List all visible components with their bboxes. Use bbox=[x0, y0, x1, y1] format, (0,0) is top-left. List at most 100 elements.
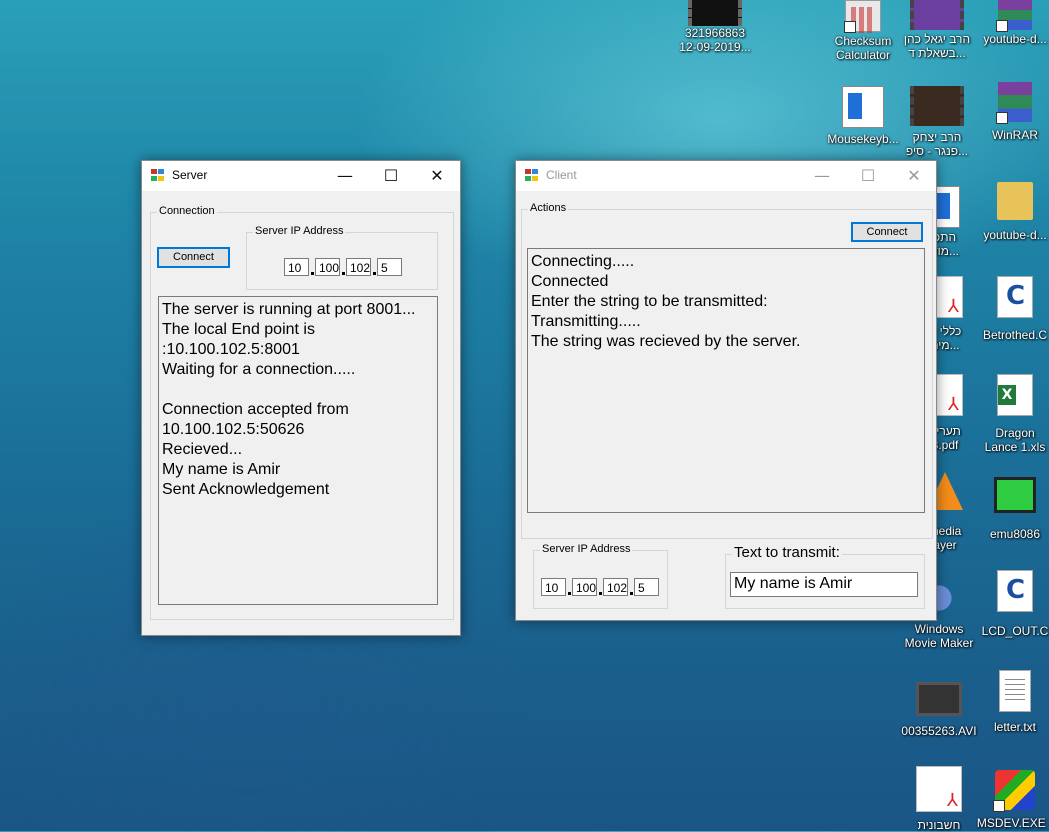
window-app-icon bbox=[842, 86, 884, 128]
ip-octet-1[interactable]: 10 bbox=[284, 258, 309, 276]
close-button[interactable]: ✕ bbox=[891, 161, 937, 191]
c-source-file-icon bbox=[997, 276, 1033, 318]
desktop-icon-lcd-out[interactable]: LCD_OUT.C bbox=[976, 570, 1049, 638]
desktop-icon-video1[interactable]: 321966863 12-09-2019... bbox=[676, 0, 754, 54]
ip-separator bbox=[599, 592, 602, 595]
desktop-icon-rav-yitzhak[interactable]: הרב יצחק פנגר - סיפ... bbox=[898, 86, 976, 158]
server-window[interactable]: Server — ☐ ✕ Connection Connect Server I… bbox=[141, 160, 461, 636]
ip-separator bbox=[568, 592, 571, 595]
ip-separator bbox=[342, 272, 345, 275]
client-titlebar[interactable]: Client — ☐ ✕ bbox=[516, 161, 936, 191]
desktop-icon-label: 00355263.AVI bbox=[901, 724, 977, 738]
log-line: Sent Acknowledgement bbox=[162, 481, 330, 498]
log-line: Connection accepted from bbox=[162, 401, 349, 418]
desktop-icon-msdev[interactable]: MSDEV.EXE - bbox=[976, 770, 1049, 830]
group-label: Text to transmit: bbox=[732, 544, 842, 561]
desktop-icon-label: WinRAR bbox=[991, 128, 1038, 142]
msdev-icon bbox=[993, 770, 1035, 812]
ip-octet-1[interactable]: 10 bbox=[541, 578, 566, 596]
server-titlebar[interactable]: Server — ☐ ✕ bbox=[142, 161, 460, 191]
ip-octet-3[interactable]: 102 bbox=[603, 578, 628, 596]
log-line: Recieved... bbox=[162, 441, 243, 458]
winforms-app-icon bbox=[151, 169, 165, 182]
minimize-button[interactable]: — bbox=[322, 161, 368, 191]
desktop-icon-rav-yigal[interactable]: הרב יגאל כהן בשאלת ד... bbox=[898, 0, 976, 60]
desktop-icon-heshbonit[interactable]: חשבונית bbox=[900, 766, 978, 832]
group-label: Actions bbox=[528, 202, 569, 214]
desktop-icon-label: חשבונית bbox=[917, 818, 961, 832]
desktop-icon-checksum[interactable]: Checksum Calculator bbox=[824, 0, 902, 62]
winforms-app-icon bbox=[525, 169, 539, 182]
desktop-icon-label: emu8086 bbox=[989, 527, 1041, 541]
log-line: The string was recieved by the server. bbox=[531, 333, 801, 350]
desktop-icon-mousekeyb[interactable]: Mousekeyb... bbox=[824, 86, 902, 146]
ip-separator bbox=[373, 272, 376, 275]
desktop-icon-label: MSDEV.EXE - bbox=[976, 816, 1049, 830]
desktop-icon-label: youtube-d... bbox=[983, 32, 1047, 46]
log-line: Connecting..... bbox=[531, 253, 635, 270]
desktop-icon-label: Dragon Lance 1.xls bbox=[984, 426, 1046, 454]
desktop-icon-label: הרב יצחק פנגר - סיפ... bbox=[905, 130, 969, 158]
desktop-icon-label: Checksum Calculator bbox=[834, 34, 892, 62]
ip-separator bbox=[630, 592, 633, 595]
desktop-icon-label: letter.txt bbox=[993, 720, 1037, 734]
archive-icon bbox=[996, 0, 1032, 32]
log-line: 10.100.102.5:50626 bbox=[162, 421, 305, 438]
desktop-icon-dragon-lance[interactable]: Dragon Lance 1.xls bbox=[976, 374, 1049, 454]
desktop-icon-letter[interactable]: letter.txt bbox=[976, 670, 1049, 734]
desktop-icon-emu8086[interactable]: emu8086 bbox=[976, 472, 1049, 541]
maximize-button[interactable]: ☐ bbox=[845, 161, 891, 191]
desktop-icon-winrar[interactable]: WinRAR bbox=[976, 82, 1049, 142]
winrar-icon bbox=[996, 82, 1032, 124]
desktop-icon-avi-file[interactable]: 00355263.AVI bbox=[900, 674, 978, 738]
window-title: Client bbox=[546, 168, 577, 182]
ip-separator bbox=[311, 272, 314, 275]
ip-octet-3[interactable]: 102 bbox=[346, 258, 371, 276]
client-window[interactable]: Client — ☐ ✕ Actions Connect Connecting.… bbox=[515, 160, 937, 621]
desktop-icon-label: LCD_OUT.C bbox=[981, 624, 1049, 638]
log-line: Connected bbox=[531, 273, 609, 290]
excel-file-icon bbox=[997, 374, 1033, 416]
ip-octet-4[interactable]: 5 bbox=[634, 578, 659, 596]
server-log-textbox[interactable]: The server is running at port 8001... Th… bbox=[158, 296, 438, 605]
desktop-icon-label: הרב יגאל כהן בשאלת ד... bbox=[903, 32, 971, 60]
chip-icon bbox=[994, 477, 1036, 513]
desktop-icon-youtube-dl-2[interactable]: youtube-d... bbox=[976, 182, 1049, 242]
group-label: Connection bbox=[157, 205, 217, 217]
client-log-textbox[interactable]: Connecting..... Connected Enter the stri… bbox=[527, 248, 925, 513]
log-line: :10.100.102.5:8001 bbox=[162, 341, 300, 358]
c-source-file-icon bbox=[997, 570, 1033, 612]
folder-icon bbox=[997, 182, 1033, 220]
pdf-file-icon bbox=[916, 766, 962, 812]
desktop-icon-label: Mousekeyb... bbox=[827, 132, 899, 146]
log-line: Enter the string to be transmitted: bbox=[531, 293, 768, 310]
video-file-icon bbox=[916, 682, 962, 716]
maximize-button[interactable]: ☐ bbox=[368, 161, 414, 191]
desktop-icon-label: youtube-d... bbox=[983, 228, 1047, 242]
video-file-icon bbox=[910, 0, 964, 30]
ip-octet-2[interactable]: 100 bbox=[315, 258, 340, 276]
desktop-icon-label: Windows Movie Maker bbox=[904, 622, 974, 650]
ip-octet-4[interactable]: 5 bbox=[377, 258, 402, 276]
text-file-icon bbox=[999, 670, 1031, 712]
server-connect-button[interactable]: Connect bbox=[157, 247, 230, 268]
video-file-icon bbox=[688, 0, 742, 26]
desktop-icon-label: 321966863 12-09-2019... bbox=[679, 26, 751, 54]
server-ip-group: Server IP Address bbox=[246, 225, 438, 290]
close-button[interactable]: ✕ bbox=[414, 161, 460, 191]
minimize-button[interactable]: — bbox=[799, 161, 845, 191]
log-line: Transmitting..... bbox=[531, 313, 641, 330]
desktop-icon-betrothed[interactable]: Betrothed.C bbox=[976, 276, 1049, 342]
ip-octet-2[interactable]: 100 bbox=[572, 578, 597, 596]
group-label: Server IP Address bbox=[540, 543, 633, 555]
text-to-transmit-input[interactable]: My name is Amir bbox=[730, 572, 918, 597]
log-line: The server is running at port 8001... bbox=[162, 301, 416, 318]
desktop-icon-label: Betrothed.C bbox=[982, 328, 1048, 342]
log-line: Waiting for a connection..... bbox=[162, 361, 356, 378]
log-line: The local End point is bbox=[162, 321, 315, 338]
group-label: Server IP Address bbox=[253, 225, 346, 237]
desktop-icon-youtube-dl-1[interactable]: youtube-d... bbox=[976, 0, 1049, 46]
video-file-icon bbox=[910, 86, 964, 126]
client-connect-button[interactable]: Connect bbox=[851, 222, 923, 242]
